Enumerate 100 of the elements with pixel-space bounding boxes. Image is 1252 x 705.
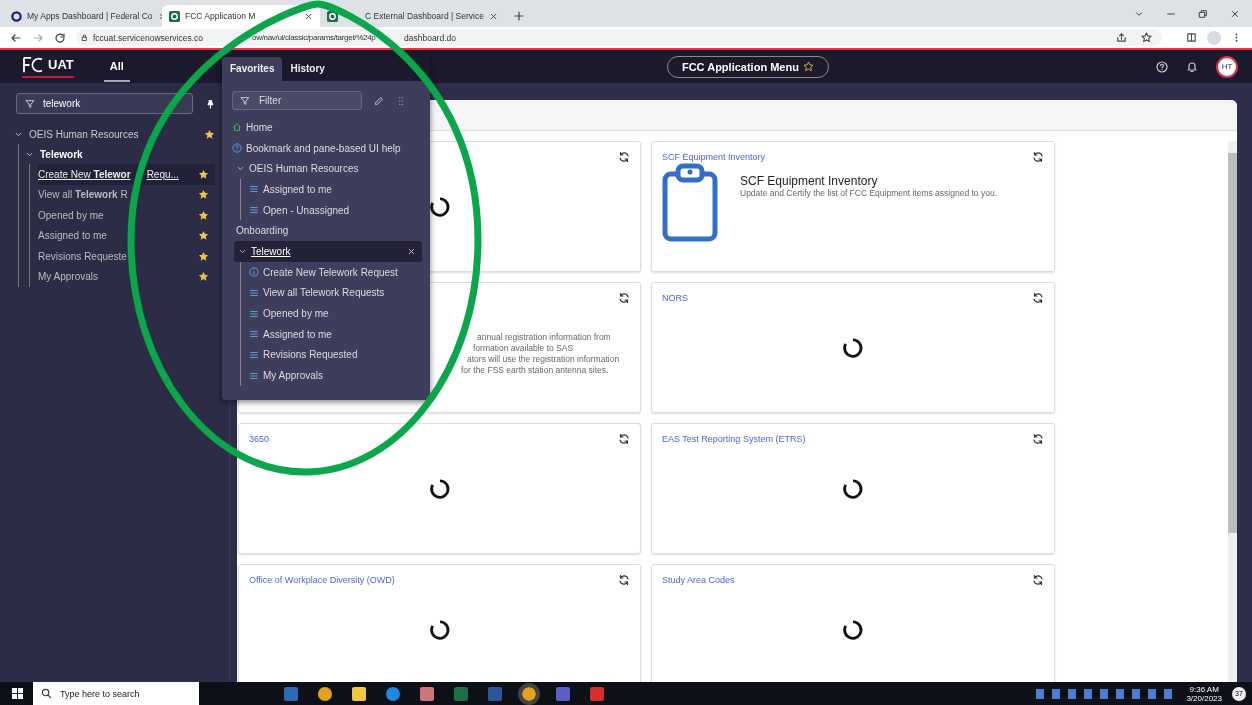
close-icon[interactable] <box>304 11 313 21</box>
browser-tab[interactable]: C External Dashboard | Service <box>320 5 505 27</box>
windows-icon[interactable] <box>12 688 23 699</box>
close-icon[interactable] <box>1230 8 1240 19</box>
favorite-item[interactable]: My Approvals <box>249 365 422 386</box>
reload-icon[interactable] <box>54 31 66 44</box>
star-icon[interactable] <box>198 271 209 283</box>
list-icon <box>249 205 259 216</box>
nav-item[interactable]: My Approvals <box>38 266 215 287</box>
clipboard-icon <box>662 162 718 242</box>
favorite-item[interactable]: Assigned to me <box>249 323 422 345</box>
loading-icon <box>428 618 451 641</box>
filter-field[interactable]: Filter <box>232 91 362 110</box>
star-icon[interactable] <box>198 230 209 242</box>
refresh-icon[interactable] <box>618 433 630 445</box>
refresh-icon[interactable] <box>618 292 630 304</box>
card-title[interactable]: EAS Test Reporting System (ETRS) <box>662 434 806 444</box>
star-icon[interactable] <box>198 250 209 262</box>
folder-icon[interactable] <box>352 686 366 701</box>
nav-group[interactable]: Telework <box>40 148 215 160</box>
nav-tab[interactable]: All <box>103 51 130 82</box>
logo-icon <box>22 55 44 74</box>
new-tab-icon[interactable] <box>512 10 525 22</box>
star-icon[interactable] <box>198 189 209 201</box>
search-field[interactable]: Type here to search <box>33 682 199 705</box>
refresh-icon[interactable] <box>1032 292 1044 304</box>
app-icon[interactable] <box>284 686 298 701</box>
favorite-item[interactable]: Home <box>232 117 422 138</box>
refresh-icon[interactable] <box>618 151 630 163</box>
nav-group[interactable]: OEIS Human Resources <box>29 128 198 140</box>
filter-field[interactable]: telework <box>16 93 193 114</box>
card-title[interactable]: 3650 <box>249 434 270 444</box>
app-icon[interactable] <box>318 686 332 701</box>
browser-tab[interactable]: My Apps Dashboard | Federal Co <box>4 5 162 27</box>
filter-icon <box>25 98 35 109</box>
star-icon[interactable] <box>204 128 215 140</box>
nav-item[interactable]: Assigned to me <box>38 225 215 246</box>
favorite-group[interactable]: Telework <box>234 241 422 262</box>
share-icon[interactable] <box>1116 32 1127 43</box>
card-title[interactable]: Study Area Codes <box>662 575 735 585</box>
help-icon[interactable] <box>1156 60 1168 73</box>
card-description: Update and Certify the list of FCC Equipment items assigned to you. <box>740 188 997 199</box>
app-icon[interactable] <box>386 686 400 701</box>
card-description: for the FSS earth station antenna sites. <box>461 365 609 376</box>
drag-handle-icon[interactable] <box>396 95 406 106</box>
refresh-icon[interactable] <box>1032 433 1044 445</box>
clock[interactable]: 9:36 AM 3/20/2023 <box>1186 684 1222 703</box>
close-icon[interactable] <box>407 246 416 256</box>
ring-icon <box>11 10 22 22</box>
card-description: formation available to SAS <box>473 343 574 354</box>
list-icon <box>249 349 259 360</box>
nav-item[interactable]: Revisions Requeste <box>38 246 215 267</box>
scrollbar[interactable] <box>1228 141 1237 682</box>
user-avatar[interactable]: HT <box>1216 55 1238 78</box>
star-icon[interactable] <box>198 209 209 221</box>
list-icon <box>249 287 259 298</box>
app-icon[interactable] <box>590 686 604 701</box>
refresh-icon[interactable] <box>1032 151 1044 163</box>
favorite-item[interactable]: Assigned to me <box>249 179 422 200</box>
favorite-item[interactable]: Bookmark and pane-based UI help <box>232 137 422 159</box>
close-icon[interactable] <box>488 11 498 21</box>
nav-item[interactable]: View all Telework R <box>38 184 215 205</box>
nav-item[interactable]: Create New Telewor Requ... <box>38 164 215 185</box>
app-icon[interactable] <box>556 686 570 701</box>
loading-icon <box>842 336 864 359</box>
card-title[interactable]: SCF Equipment Inventory <box>662 152 766 162</box>
favorite-item[interactable]: View all Telework Requests <box>249 282 422 304</box>
loading-icon <box>842 618 864 641</box>
refresh-icon[interactable] <box>1032 574 1044 586</box>
menu-tab[interactable]: Favorites <box>222 57 283 81</box>
menu-tab[interactable]: History <box>282 57 333 81</box>
loading-icon <box>428 195 451 218</box>
app-icon[interactable] <box>522 686 536 701</box>
card-heading: SCF Equipment Inventory <box>740 174 879 188</box>
star-icon[interactable] <box>802 61 814 72</box>
address-bar[interactable]: fccuat.servicenowservices.co ow/nav/ui/classic/params/target/%24p dashboard.do <box>76 29 1162 46</box>
info-icon <box>249 267 259 278</box>
favorite-group[interactable]: Onboarding <box>232 220 422 242</box>
list-icon <box>249 184 259 195</box>
star-icon[interactable] <box>198 168 209 180</box>
lock-icon <box>80 33 89 42</box>
favorite-item[interactable]: Revisions Requested <box>249 344 422 366</box>
loading-icon <box>428 477 451 500</box>
favorite-item[interactable]: Create New Telework Request <box>249 261 422 283</box>
favorite-group[interactable]: OEIS Human Resources <box>232 158 422 180</box>
app-icon[interactable] <box>420 686 434 701</box>
list-icon <box>249 329 259 340</box>
card-description: ators will use the registration information <box>467 354 620 365</box>
restore-icon[interactable] <box>1198 8 1208 19</box>
favorite-item[interactable]: Open - Unassigned <box>249 199 422 221</box>
card-title[interactable]: Office of Workplace Diversity (OWD) <box>249 575 395 585</box>
side-panel-icon[interactable] <box>1186 32 1197 43</box>
nav-item[interactable]: Opened by me <box>38 205 215 226</box>
bell-icon[interactable] <box>1186 60 1198 73</box>
star-icon[interactable] <box>1141 32 1152 43</box>
pin-icon[interactable] <box>205 98 215 109</box>
edit-icon[interactable] <box>374 95 384 106</box>
card-title[interactable]: NORS <box>662 293 688 303</box>
favorite-item[interactable]: Opened by me <box>249 303 422 324</box>
refresh-icon[interactable] <box>618 574 630 586</box>
